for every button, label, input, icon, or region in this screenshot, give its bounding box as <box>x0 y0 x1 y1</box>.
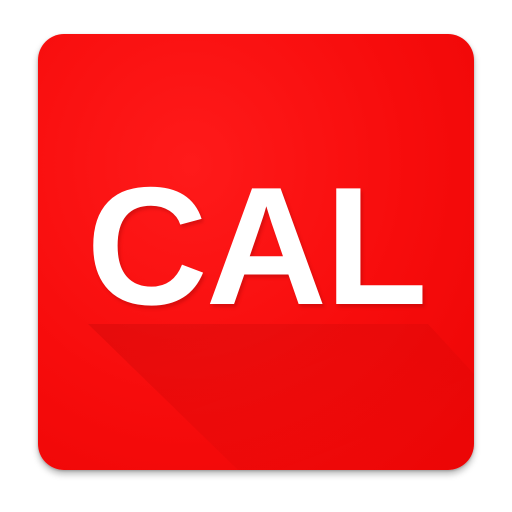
cal-app-icon[interactable]: CAL <box>38 34 474 470</box>
icon-canvas: CAL <box>0 0 512 512</box>
icon-label: CAL <box>86 152 427 340</box>
